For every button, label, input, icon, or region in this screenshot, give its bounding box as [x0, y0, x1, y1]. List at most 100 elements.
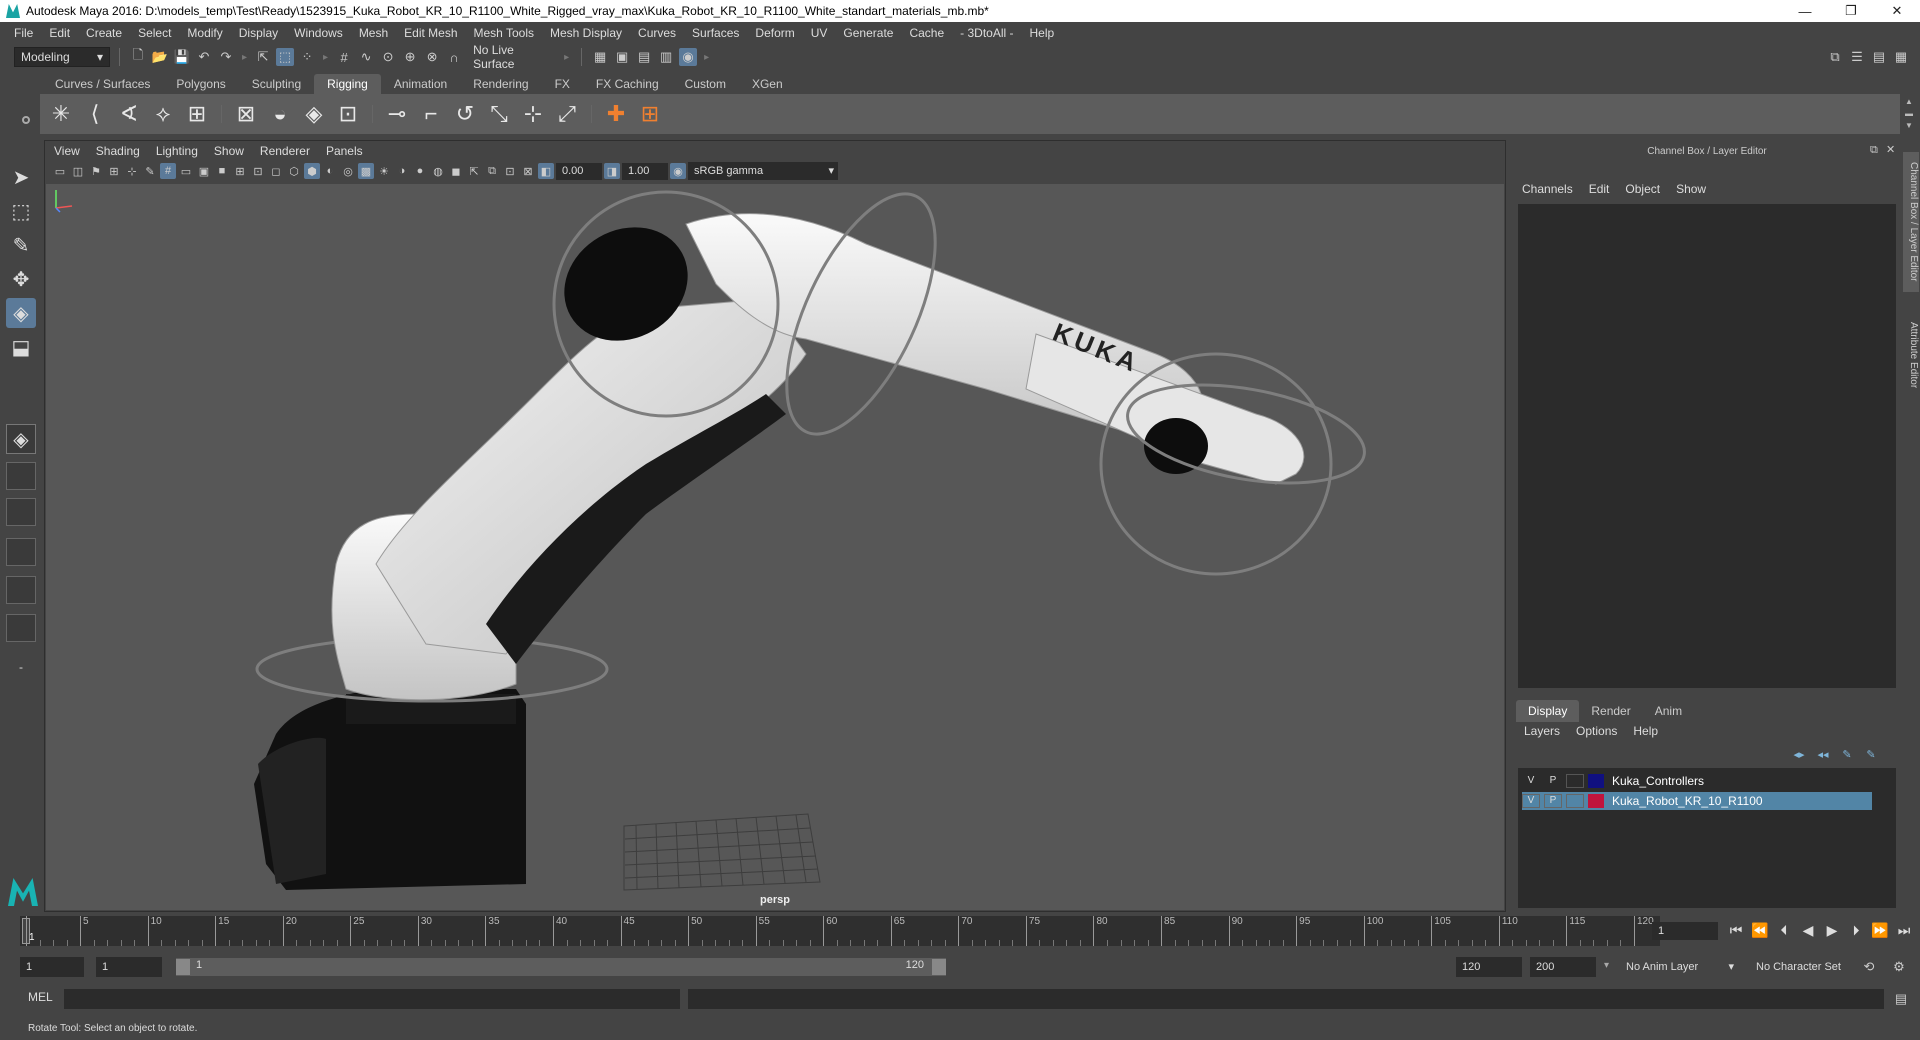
chevron-down-icon[interactable]: ▾	[1604, 960, 1609, 971]
render-view-icon[interactable]: ▥	[657, 48, 675, 66]
tool-settings-icon[interactable]: ▤	[1870, 48, 1888, 66]
animation-end-field[interactable]: 200	[1530, 957, 1596, 977]
menu-windows[interactable]: Windows	[286, 26, 351, 40]
grid-toggle-icon[interactable]: #	[160, 163, 176, 179]
aim-constraint-icon[interactable]: ⌐	[416, 98, 446, 130]
collapse-arrow-icon[interactable]: ▸	[564, 52, 569, 63]
insert-joint-icon[interactable]: ⟨	[80, 98, 110, 130]
isolate-select-icon[interactable]: ⇱	[466, 163, 482, 179]
le-tab-anim[interactable]: Anim	[1643, 700, 1694, 722]
panel-menu-view[interactable]: View	[46, 144, 88, 158]
save-scene-icon[interactable]: 💾	[173, 48, 191, 66]
menu-select[interactable]: Select	[130, 26, 179, 40]
auto-key-icon[interactable]: ⟲	[1860, 958, 1878, 976]
channel-box-icon[interactable]: ▦	[1892, 48, 1910, 66]
side-tab-channel-box[interactable]: Channel Box / Layer Editor	[1903, 152, 1919, 292]
new-layer-icon[interactable]: ✎	[1838, 748, 1856, 762]
redo-icon[interactable]: ↷	[217, 48, 235, 66]
shelf-tab-xgen[interactable]: XGen	[739, 74, 796, 94]
cb-menu-edit[interactable]: Edit	[1581, 182, 1618, 202]
new-scene-icon[interactable]: 🗋	[129, 47, 147, 66]
collapse-arrow-icon[interactable]: ▸	[323, 52, 328, 63]
cluster-icon[interactable]: ⊡	[333, 98, 363, 130]
minimize-button[interactable]: —	[1782, 0, 1828, 22]
gate-mask-icon[interactable]: ■	[214, 163, 230, 179]
image-plane-icon[interactable]: ⊞	[106, 163, 122, 179]
menu-3dtoall[interactable]: - 3DtoAll -	[952, 26, 1021, 40]
menu-uv[interactable]: UV	[803, 26, 836, 40]
range-end-handle[interactable]	[932, 959, 946, 975]
menu-mesh-display[interactable]: Mesh Display	[542, 26, 630, 40]
view-transform-dropdown[interactable]: sRGB gamma ▾	[688, 162, 838, 180]
layer-row[interactable]: V P Kuka_Controllers	[1522, 772, 1872, 790]
shelf-tab-custom[interactable]: Custom	[672, 74, 739, 94]
rig-control-icon[interactable]: ⊞	[635, 98, 665, 130]
undo-icon[interactable]: ↶	[195, 48, 213, 66]
le-menu-layers[interactable]: Layers	[1516, 724, 1568, 744]
panel-menu-panels[interactable]: Panels	[318, 144, 371, 158]
collapse-arrow-icon[interactable]: ▸	[242, 52, 247, 63]
magnet-icon[interactable]: ∩	[445, 48, 463, 66]
safe-action-icon[interactable]: ⊡	[250, 163, 266, 179]
layer-playback-toggle[interactable]: P	[1544, 774, 1562, 788]
move-layer-up-icon[interactable]: ◂▸	[1790, 748, 1808, 762]
motion-blur-icon[interactable]: ◍	[430, 163, 446, 179]
current-frame-field[interactable]: 1	[1652, 922, 1718, 940]
hypershade-persp-layout-icon[interactable]	[6, 614, 36, 642]
lasso-tool-icon[interactable]: ⬚	[6, 196, 36, 226]
shelf-tab-sculpting[interactable]: Sculpting	[239, 74, 314, 94]
ik-handle-icon[interactable]: ∢	[114, 98, 144, 130]
outliner-persp-layout-icon[interactable]	[6, 538, 36, 566]
wireframe-icon[interactable]: ⬡	[286, 163, 302, 179]
rotate-tool-icon[interactable]: ◈	[6, 298, 36, 328]
grease-pencil-icon[interactable]: ✎	[142, 163, 158, 179]
humanik-icon[interactable]: ⊞	[182, 98, 212, 130]
menu-deform[interactable]: Deform	[747, 26, 802, 40]
film-gate-icon[interactable]: ▭	[178, 163, 194, 179]
screen-space-ao-icon[interactable]: ●	[412, 163, 428, 179]
live-surface-field[interactable]: No Live Surface	[467, 43, 558, 71]
cb-menu-show[interactable]: Show	[1668, 182, 1714, 202]
move-layer-down-icon[interactable]: ◂◂	[1814, 748, 1832, 762]
field-chart-icon[interactable]: ⊞	[232, 163, 248, 179]
menu-create[interactable]: Create	[78, 26, 130, 40]
anti-aliasing-icon[interactable]: ◼	[448, 163, 464, 179]
le-menu-help[interactable]: Help	[1625, 724, 1666, 744]
ipr-render-icon[interactable]: ▤	[635, 48, 653, 66]
layer-type-box[interactable]	[1566, 774, 1584, 788]
layer-type-box[interactable]	[1566, 794, 1584, 808]
render-settings-icon[interactable]: ▦	[591, 48, 609, 66]
point-constraint-icon[interactable]: ⊸	[382, 98, 412, 130]
menu-help[interactable]: Help	[1022, 26, 1063, 40]
playback-end-field[interactable]: 120	[1456, 957, 1522, 977]
scale-tool-icon[interactable]: ⬓	[6, 332, 36, 362]
orient-constraint-icon[interactable]: ↺	[450, 98, 480, 130]
select-by-object-icon[interactable]: ⬚	[276, 48, 295, 66]
shelf-settings-icon[interactable]	[22, 116, 30, 124]
snap-curve-icon[interactable]: ∿	[357, 48, 375, 66]
ik-spline-icon[interactable]: ⟡	[148, 98, 178, 130]
channel-box-area[interactable]	[1518, 204, 1896, 688]
perspective-viewport[interactable]: KUKA persp	[46, 184, 1504, 910]
two-panes-layout-icon[interactable]	[6, 498, 36, 526]
side-tab-attribute-editor[interactable]: Attribute Editor	[1903, 300, 1919, 410]
layer-color-swatch[interactable]	[1588, 794, 1604, 808]
cb-menu-object[interactable]: Object	[1617, 182, 1668, 202]
le-tab-display[interactable]: Display	[1516, 700, 1580, 722]
parent-constraint-icon[interactable]: ⊹	[518, 98, 548, 130]
le-tab-render[interactable]: Render	[1579, 700, 1642, 722]
snap-live-icon[interactable]: ⊗	[423, 48, 441, 66]
character-set-dropdown[interactable]: No Character Set	[1750, 957, 1876, 977]
xray-joints-icon[interactable]: ⊡	[502, 163, 518, 179]
panel-menu-shading[interactable]: Shading	[88, 144, 148, 158]
menu-surfaces[interactable]: Surfaces	[684, 26, 747, 40]
bind-skin-icon[interactable]: ⊠	[231, 98, 261, 130]
textured-icon[interactable]: ▩	[358, 163, 374, 179]
animation-start-field[interactable]: 1	[20, 957, 84, 977]
select-tool-icon[interactable]: ➤	[6, 162, 36, 192]
shelf-tab-fx[interactable]: FX	[542, 74, 583, 94]
select-by-component-icon[interactable]: ⁘	[298, 48, 316, 66]
panel-menu-renderer[interactable]: Renderer	[252, 144, 318, 158]
script-editor-icon[interactable]: ▤	[1892, 990, 1910, 1008]
smooth-bind-icon[interactable]: ◒	[265, 98, 295, 130]
